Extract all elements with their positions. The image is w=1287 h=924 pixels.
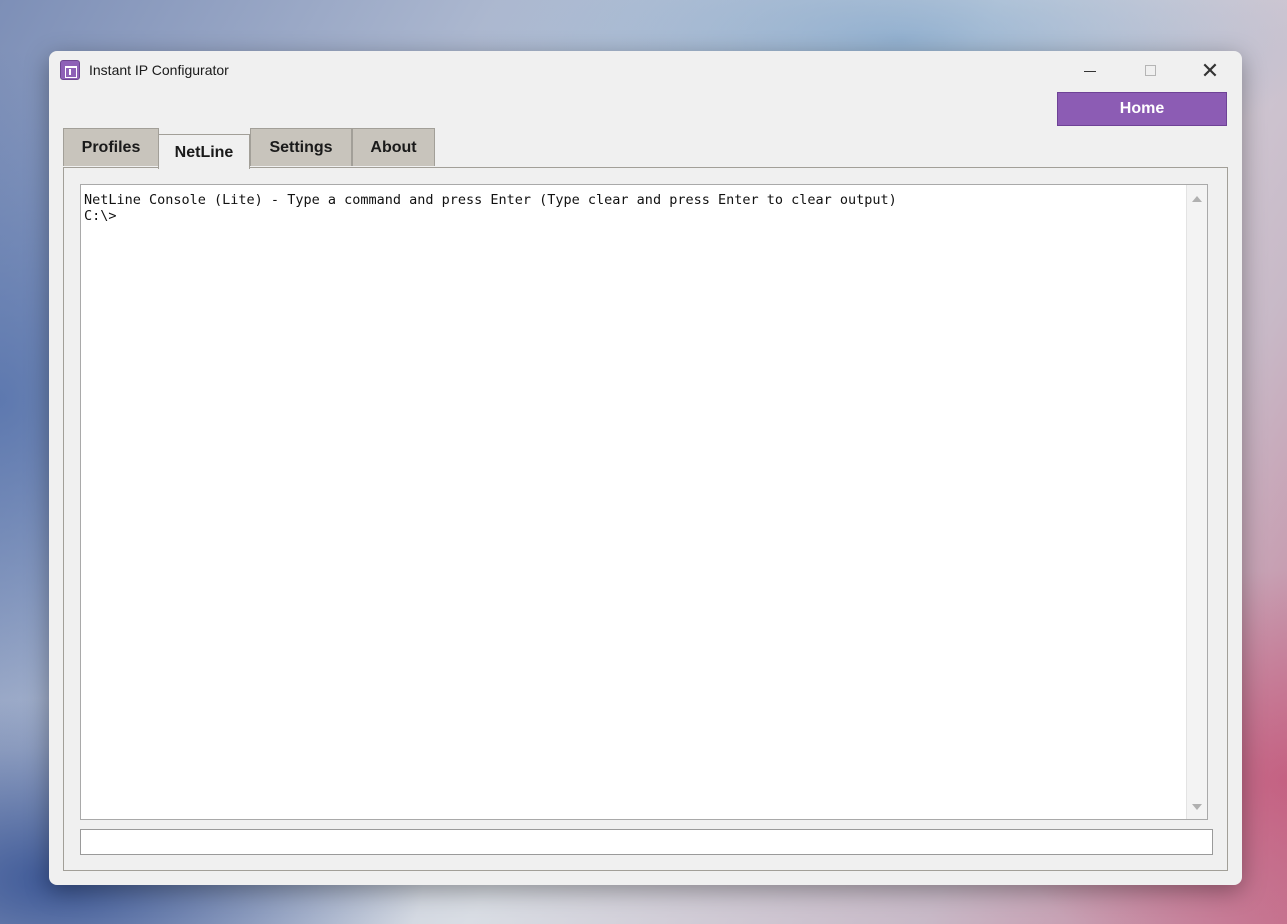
netline-tab-panel: NetLine Console (Lite) - Type a command … [63,167,1228,871]
app-window: Instant IP Configurator ✕ Home Profiles … [49,51,1242,885]
home-button[interactable]: Home [1057,92,1227,126]
maximize-button[interactable] [1127,51,1173,91]
window-title: Instant IP Configurator [89,62,229,78]
title-bar[interactable]: Instant IP Configurator ✕ [49,51,1242,91]
command-input[interactable] [80,829,1213,855]
scroll-up-arrow-icon[interactable] [1192,196,1202,202]
close-button[interactable]: ✕ [1187,51,1233,91]
tab-settings[interactable]: Settings [250,128,352,166]
console-text: NetLine Console (Lite) - Type a command … [84,192,897,224]
console-banner: NetLine Console (Lite) - Type a command … [84,192,897,208]
tab-about[interactable]: About [352,128,435,166]
console-output[interactable]: NetLine Console (Lite) - Type a command … [80,184,1208,820]
console-prompt: C:\> [84,208,117,224]
minimize-button[interactable] [1067,51,1113,91]
tab-profiles[interactable]: Profiles [63,128,159,166]
tab-netline[interactable]: NetLine [158,134,250,169]
console-scrollbar[interactable] [1186,185,1207,819]
close-icon: ✕ [1200,58,1220,83]
app-network-icon [60,60,80,80]
scroll-down-arrow-icon[interactable] [1192,804,1202,810]
